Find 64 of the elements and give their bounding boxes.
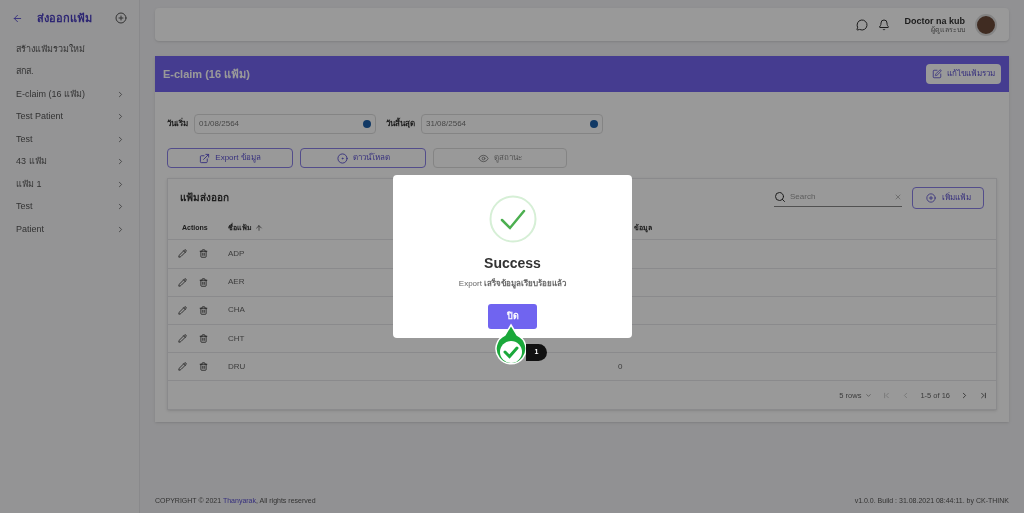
sidebar-item[interactable]: Test Patient <box>0 105 139 128</box>
sidebar-item[interactable]: 43 แฟ้ม <box>0 150 139 173</box>
delete-icon[interactable] <box>199 249 208 259</box>
close-button[interactable]: ปิด <box>488 304 537 329</box>
panel-title: E-claim (16 แฟ้ม) <box>163 66 250 82</box>
chevron-icon <box>116 89 125 99</box>
chat-icon[interactable] <box>856 18 869 31</box>
bell-icon[interactable] <box>878 18 891 31</box>
date-label: วันเริ่ม <box>167 118 188 130</box>
date-label: วันสิ้นสุด <box>386 118 415 130</box>
edit-icon[interactable] <box>178 334 187 344</box>
edit-icon[interactable] <box>178 305 187 315</box>
last-page-icon[interactable] <box>979 390 988 400</box>
chevron-icon <box>116 134 125 144</box>
action-button[interactable]: ดาวน์โหลด <box>300 148 426 168</box>
external-link-icon <box>199 152 211 164</box>
delete-icon[interactable] <box>199 305 208 315</box>
edit-icon[interactable] <box>178 362 187 372</box>
dialog-title: Success <box>484 254 541 273</box>
dialog-message: Export เสร็จข้อมูลเรียบร้อยแล้ว <box>458 278 567 290</box>
edit-button[interactable]: แก้ไขแฟ้มรวม <box>926 64 1001 84</box>
chevron-icon <box>116 179 125 189</box>
edit-icon <box>932 69 942 79</box>
user-name: Doctor na kub <box>904 16 965 26</box>
table-cell: CHA <box>228 305 245 315</box>
plus-icon <box>925 192 936 203</box>
table-cell: CHT <box>228 333 245 343</box>
delete-icon[interactable] <box>199 362 208 372</box>
chevron-icon <box>116 224 125 234</box>
edit-icon[interactable] <box>178 277 187 287</box>
delete-icon[interactable] <box>199 277 208 287</box>
sidebar-item[interactable]: Test <box>0 128 139 151</box>
sidebar-item[interactable]: สกส. <box>0 60 139 83</box>
chevron-icon <box>116 157 125 167</box>
delete-icon[interactable] <box>199 334 208 344</box>
back-icon[interactable] <box>12 12 23 24</box>
eye-icon <box>478 152 489 164</box>
search-icon <box>774 191 786 204</box>
sidebar-item[interactable]: แฟ้ม 1 <box>0 173 139 196</box>
sidebar-title: ส่งออกแฟ้ม <box>37 10 92 26</box>
sort-icon <box>255 223 263 232</box>
sidebar-item[interactable]: E-claim (16 แฟ้ม) <box>0 83 139 106</box>
action-button[interactable]: Export ข้อมูล <box>167 148 293 168</box>
next-page-icon[interactable] <box>960 390 969 400</box>
success-check-icon <box>488 195 537 243</box>
table-title: แฟ้มส่งออก <box>180 191 229 206</box>
date-field[interactable]: 01/08/2564 <box>194 114 376 134</box>
sidebar-item[interactable]: สร้างแฟ้มรวมใหม่ <box>0 38 139 61</box>
table-cell: DRU <box>228 361 246 371</box>
add-file-button[interactable]: เพิ่มแฟ้ม <box>912 186 984 209</box>
chevron-icon <box>116 202 125 212</box>
chevron-icon <box>116 112 125 122</box>
sidebar-item[interactable]: Patient <box>0 218 139 241</box>
edit-icon[interactable] <box>178 249 187 259</box>
table-cell: 0 <box>618 360 623 373</box>
table-cell: AER <box>228 277 245 287</box>
circle-dot-icon <box>336 152 348 164</box>
clear-icon[interactable] <box>894 193 902 202</box>
dropdown-icon <box>865 391 873 399</box>
avatar[interactable] <box>975 13 997 36</box>
table-cell: ADP <box>228 248 245 258</box>
add-icon[interactable] <box>115 12 127 24</box>
date-field[interactable]: 31/08/2564 <box>421 114 603 134</box>
sidebar-item[interactable]: Test <box>0 195 139 218</box>
